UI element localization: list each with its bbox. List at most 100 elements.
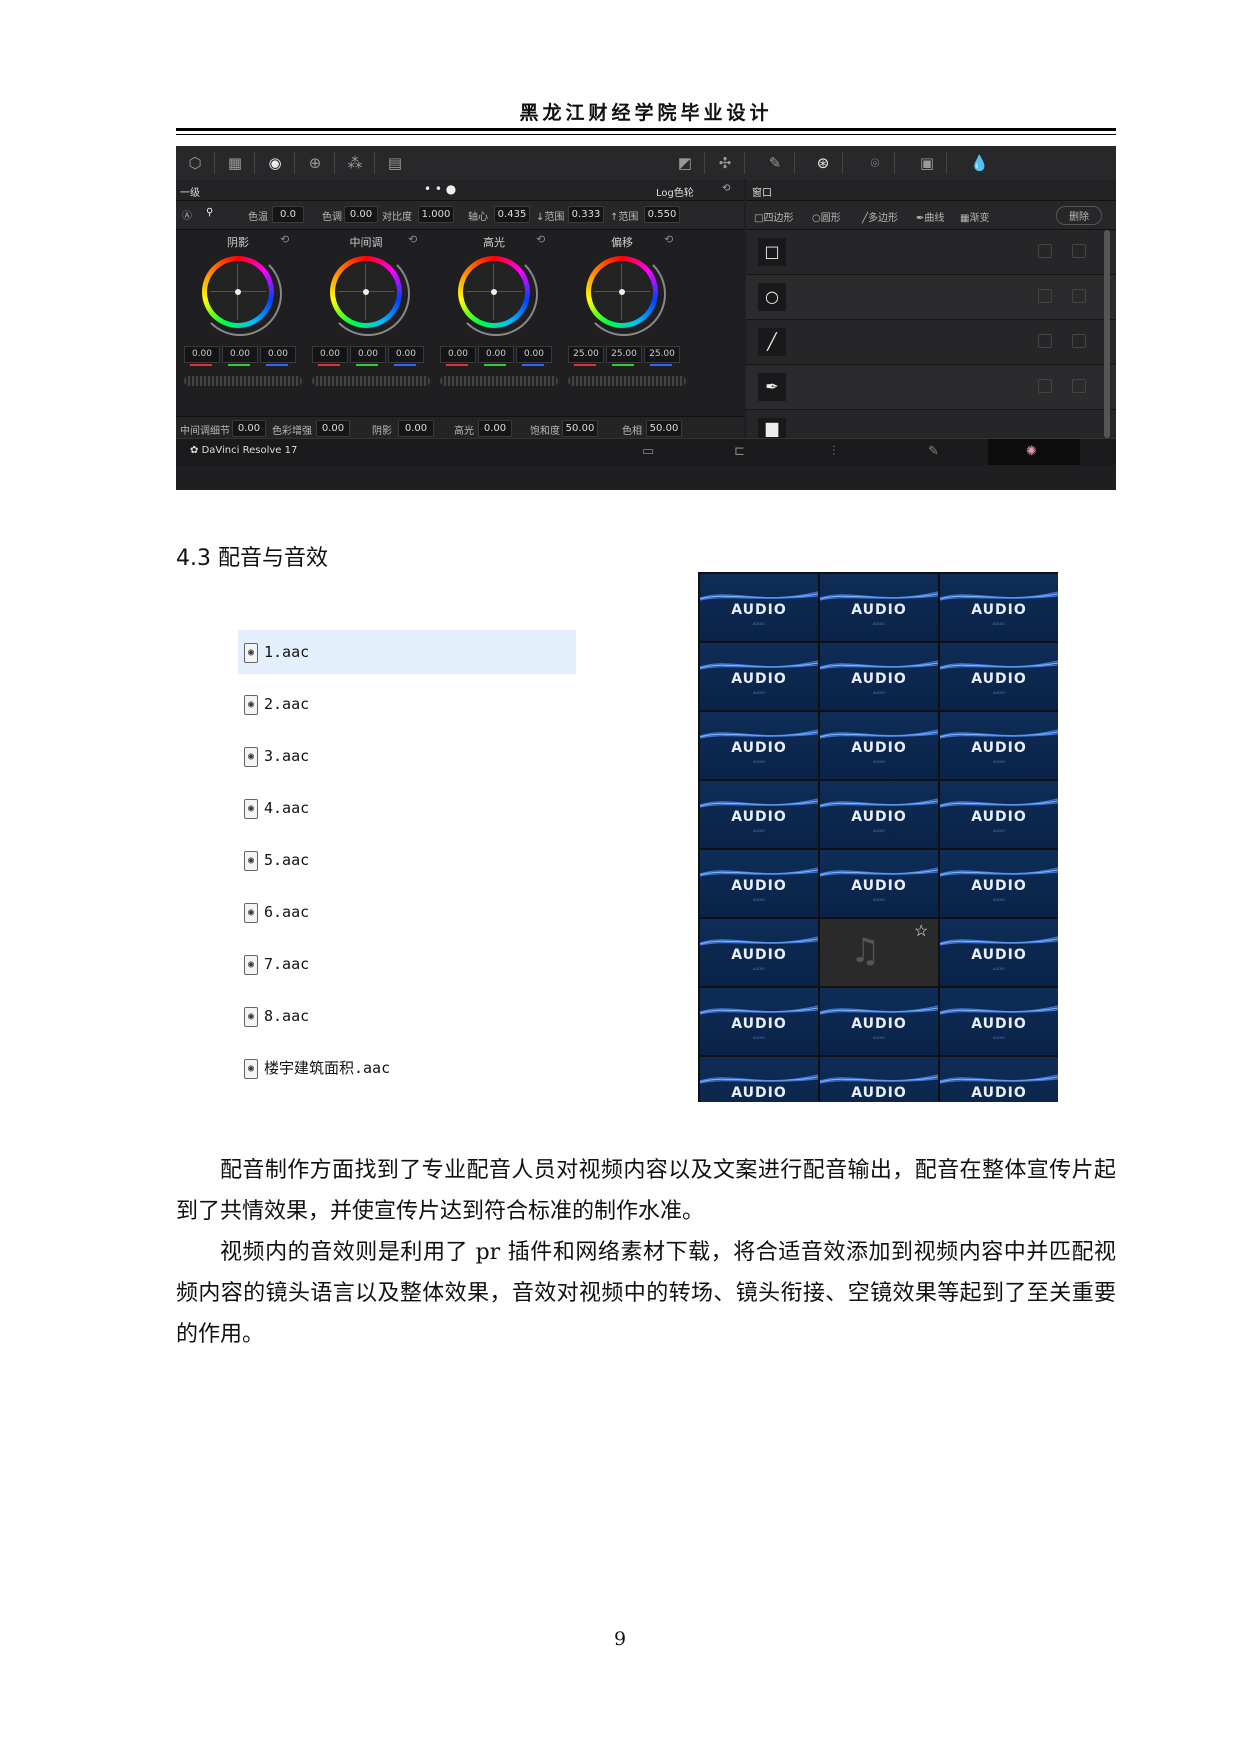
window-row-circle[interactable]: ○: [746, 275, 1116, 320]
master-wheel-jog[interactable]: [568, 376, 686, 386]
media-page-icon[interactable]: ▭: [642, 444, 654, 459]
master-wheel-jog[interactable]: [184, 376, 302, 386]
audio-tile[interactable]: AUDIOᴬᵁᴰᴵᴼ: [700, 919, 818, 986]
audio-tile[interactable]: AUDIOᴬᵁᴰᴵᴼ: [940, 850, 1058, 917]
md-value[interactable]: 0.00: [232, 420, 266, 437]
temp-value[interactable]: 0.0: [272, 206, 304, 223]
fusion-page-icon[interactable]: ✎: [928, 444, 939, 459]
audio-tile[interactable]: AUDIOᴬᵁᴰᴵᴼ: [820, 1057, 938, 1102]
audio-tile[interactable]: AUDIOᴬᵁᴰᴵᴼ: [700, 781, 818, 848]
circle-icon[interactable]: ○: [758, 283, 786, 311]
file-item[interactable]: ◉ 5.aac: [244, 848, 309, 872]
edit-page-icon[interactable]: ⊏: [734, 444, 745, 459]
tool-quad[interactable]: □四边形: [754, 209, 793, 224]
square-icon[interactable]: □: [758, 238, 786, 266]
fairlight-page-icon[interactable]: ⫶: [832, 444, 835, 459]
file-item[interactable]: ◉ 6.aac: [244, 900, 309, 924]
wheel-reset-icon[interactable]: ⟲: [664, 233, 673, 246]
high-range-value[interactable]: 0.550: [644, 206, 680, 223]
audio-tile[interactable]: AUDIOᴬᵁᴰᴵᴼ: [820, 712, 938, 779]
magic-mask-icon[interactable]: ▣: [918, 154, 936, 172]
audio-tile[interactable]: AUDIOᴬᵁᴰᴵᴼ: [940, 1057, 1058, 1102]
tool-polygon[interactable]: ╱多边形: [862, 209, 898, 224]
audio-tile[interactable]: AUDIOᴬᵁᴰᴵᴼ: [700, 643, 818, 710]
master-wheel-jog[interactable]: [440, 376, 558, 386]
page-dot-indicator[interactable]: • • ●: [424, 182, 456, 196]
audio-tile-music[interactable]: ♫ ☆: [820, 919, 938, 986]
delete-button[interactable]: 删除: [1056, 206, 1102, 225]
wheel-reset-icon[interactable]: ⟲: [408, 233, 417, 246]
picker-icon[interactable]: ⚲: [206, 207, 213, 218]
window-row-quad[interactable]: □: [746, 230, 1116, 275]
audio-tile[interactable]: AUDIOᴬᵁᴰᴵᴼ: [940, 781, 1058, 848]
audio-tile[interactable]: AUDIOᴬᵁᴰᴵᴼ: [940, 574, 1058, 641]
wheel-value-r[interactable]: 0.00: [350, 346, 386, 363]
audio-tile[interactable]: AUDIOᴬᵁᴰᴵᴼ: [700, 988, 818, 1055]
wheel-reset-icon[interactable]: ⟲: [280, 233, 289, 246]
wheel-reset-icon[interactable]: ⟲: [536, 233, 545, 246]
tool-curve[interactable]: ✒曲线: [916, 209, 944, 224]
reset-all-icon[interactable]: ⟲: [722, 183, 730, 194]
highlights-value[interactable]: 0.00: [478, 420, 512, 437]
wheel-value-b[interactable]: 25.00: [644, 346, 680, 363]
file-item[interactable]: ◉ 4.aac: [244, 796, 309, 820]
color-page-icon[interactable]: ✺: [1026, 444, 1037, 459]
tracker-icon[interactable]: ⌾: [866, 154, 884, 172]
motion-effects-icon[interactable]: ▤: [386, 154, 404, 172]
star-icon[interactable]: ☆: [914, 921, 928, 940]
low-range-value[interactable]: 0.333: [568, 206, 604, 223]
file-item[interactable]: ◉ 楼宇建筑面积.aac: [244, 1056, 390, 1080]
audio-tile[interactable]: AUDIOᴬᵁᴰᴵᴼ: [820, 988, 938, 1055]
wheel-value-r[interactable]: 0.00: [478, 346, 514, 363]
tint-value[interactable]: 0.00: [344, 206, 378, 223]
file-item[interactable]: ◉ 2.aac: [244, 692, 309, 716]
file-item[interactable]: ◉ 3.aac: [244, 744, 309, 768]
audio-tile[interactable]: AUDIOᴬᵁᴰᴵᴼ: [940, 988, 1058, 1055]
curves-icon[interactable]: ◩: [676, 154, 694, 172]
scrollbar[interactable]: [1104, 230, 1110, 438]
audio-tile[interactable]: AUDIOᴬᵁᴰᴵᴼ: [940, 712, 1058, 779]
audio-tile[interactable]: AUDIOᴬᵁᴰᴵᴼ: [940, 643, 1058, 710]
master-wheel-jog[interactable]: [312, 376, 430, 386]
color-wheels-icon[interactable]: ◉: [266, 154, 284, 172]
audio-tile[interactable]: AUDIOᴬᵁᴰᴵᴼ: [940, 919, 1058, 986]
qualifier-icon[interactable]: ✎: [766, 154, 784, 172]
wheel-value-y[interactable]: 0.00: [440, 346, 476, 363]
camera-raw-icon[interactable]: ⬡: [186, 154, 204, 172]
wheel-value-b[interactable]: 0.00: [260, 346, 296, 363]
window-icon[interactable]: ⊛: [814, 154, 832, 172]
hue-value[interactable]: 50.00: [646, 420, 682, 437]
color-warper-icon[interactable]: ✣: [716, 154, 734, 172]
audio-tile[interactable]: AUDIOᴬᵁᴰᴵᴼ: [700, 712, 818, 779]
audio-tile[interactable]: AUDIOᴬᵁᴰᴵᴼ: [700, 850, 818, 917]
tool-circle[interactable]: ○圆形: [812, 209, 841, 224]
color-match-icon[interactable]: ▦: [226, 154, 244, 172]
tool-gradient[interactable]: ▦渐变: [960, 209, 989, 224]
audio-tile[interactable]: AUDIOᴬᵁᴰᴵᴼ: [820, 643, 938, 710]
gradient-icon[interactable]: ▆: [758, 418, 786, 438]
line-icon[interactable]: ╱: [758, 328, 786, 356]
wheel-value-y[interactable]: 0.00: [184, 346, 220, 363]
audio-tile[interactable]: AUDIOᴬᵁᴰᴵᴼ: [700, 1057, 818, 1102]
hdr-wheels-icon[interactable]: ⊕: [306, 154, 324, 172]
file-item[interactable]: ◉ 8.aac: [244, 1004, 309, 1028]
audio-tile[interactable]: AUDIOᴬᵁᴰᴵᴼ: [820, 781, 938, 848]
wheel-value-b[interactable]: 0.00: [516, 346, 552, 363]
file-item[interactable]: ◉ 7.aac: [244, 952, 309, 976]
wheel-value-b[interactable]: 0.00: [388, 346, 424, 363]
shadows-value[interactable]: 0.00: [398, 420, 434, 437]
audio-tile[interactable]: AUDIOᴬᵁᴰᴵᴼ: [700, 574, 818, 641]
wheel-value-g[interactable]: 25.00: [606, 346, 642, 363]
pen-icon[interactable]: ✒: [758, 373, 786, 401]
boost-value[interactable]: 0.00: [316, 420, 350, 437]
audio-tile[interactable]: AUDIOᴬᵁᴰᴵᴼ: [820, 574, 938, 641]
audio-tile[interactable]: AUDIOᴬᵁᴰᴵᴼ: [820, 850, 938, 917]
auto-balance-icon[interactable]: Ⓐ: [182, 207, 192, 222]
mode-dropdown[interactable]: Log色轮: [656, 184, 694, 199]
rgb-mixer-icon[interactable]: ⁂: [346, 154, 364, 172]
window-row-curve[interactable]: ✒: [746, 365, 1116, 410]
file-item[interactable]: ◉ 1.aac: [244, 640, 309, 664]
saturation-value[interactable]: 50.00: [562, 420, 598, 437]
window-row-gradient[interactable]: ▆: [746, 410, 1116, 439]
wheel-value-r[interactable]: 0.00: [222, 346, 258, 363]
